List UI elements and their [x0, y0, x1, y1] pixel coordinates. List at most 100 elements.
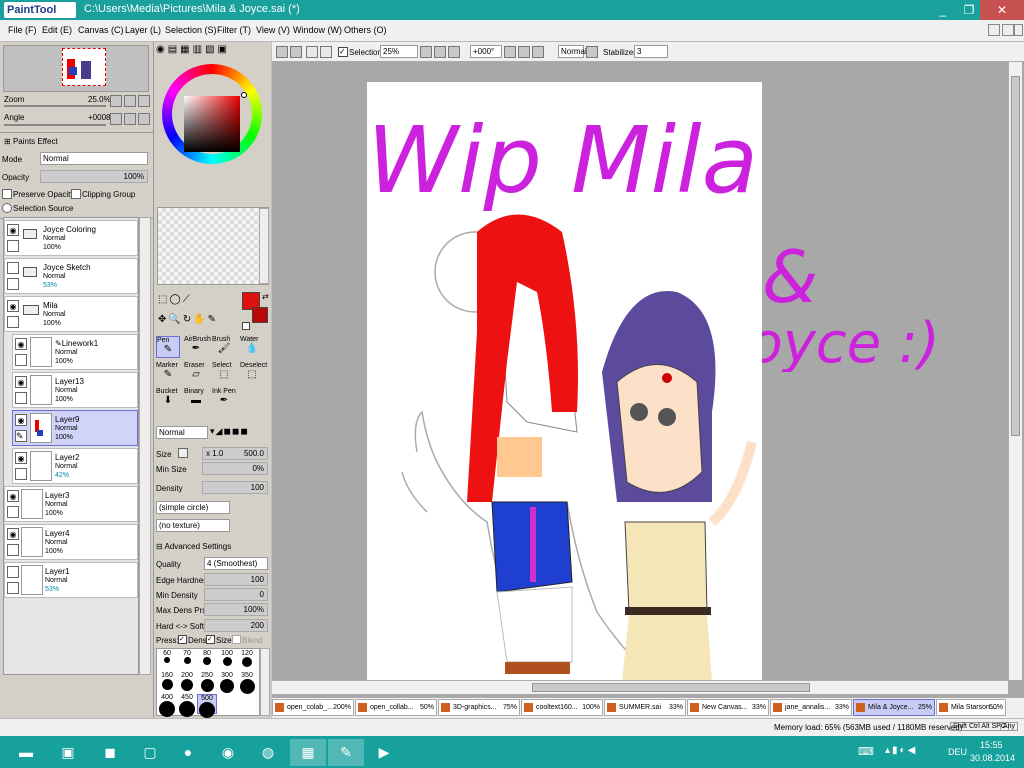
press-blend-checkbox[interactable]: [232, 635, 241, 644]
hue-marker-icon[interactable]: [241, 92, 247, 98]
rotate-reset-button[interactable]: [532, 46, 544, 58]
transparent-color-icon[interactable]: [242, 322, 250, 330]
eye-off-icon[interactable]: [7, 262, 19, 274]
document-tab[interactable]: Mila Starson ... 50%: [936, 699, 1006, 716]
tool-binary[interactable]: Binary ▬: [184, 388, 208, 410]
layer-lock-checkbox[interactable]: [7, 582, 19, 594]
blend-mode-select[interactable]: Normal: [156, 426, 208, 439]
tool-bucket[interactable]: Bucket ⬇: [156, 388, 180, 410]
brush-size-300[interactable]: 300: [217, 672, 237, 693]
zoom-in-button[interactable]: [124, 95, 136, 107]
max-dens-slider[interactable]: 100%: [204, 603, 268, 616]
undo-button[interactable]: [276, 46, 288, 58]
nero-icon[interactable]: ●: [170, 739, 206, 766]
chrome-icon[interactable]: ◉: [210, 739, 246, 766]
clipping-group-checkbox[interactable]: [71, 189, 81, 199]
zoom-reset-button[interactable]: [138, 95, 150, 107]
angle-slider[interactable]: [4, 124, 106, 126]
brush-size-500[interactable]: 500: [197, 694, 217, 718]
brush-size-450[interactable]: 450: [177, 694, 197, 717]
color-swatch-grid[interactable]: [157, 207, 269, 285]
selection-checkbox[interactable]: ✓: [338, 47, 348, 57]
mdi-restore-button[interactable]: [1002, 24, 1014, 36]
min-density-slider[interactable]: 0: [204, 588, 268, 601]
network-icon[interactable]: ▣: [50, 739, 86, 766]
folder-icon[interactable]: ▬: [8, 739, 44, 766]
brush-size-400[interactable]: 400: [157, 694, 177, 717]
mode-select[interactable]: Normal: [40, 152, 148, 165]
brush-size-60[interactable]: 60: [157, 650, 177, 670]
menu-window[interactable]: Window (W): [293, 25, 342, 35]
document-tab[interactable]: 3D-graphics... 75%: [438, 699, 520, 716]
layer-item-layer9[interactable]: ◉ ✎ Layer9 Normal 100%: [12, 410, 138, 446]
layer-item-layer3[interactable]: ◉ Layer3 Normal 100%: [4, 486, 138, 522]
rotate-right-button[interactable]: [518, 46, 530, 58]
tool-brush[interactable]: Brush 🖌: [212, 336, 236, 358]
navigator-preview[interactable]: [3, 45, 149, 92]
sai-icon[interactable]: ✎: [328, 739, 364, 766]
tool-eraser[interactable]: Eraser ▱: [184, 362, 208, 384]
layer-lock-checkbox[interactable]: ✎: [15, 430, 27, 442]
canvas-vertical-scrollbar[interactable]: [1008, 62, 1022, 680]
tool-marker[interactable]: Marker ✎: [156, 362, 180, 384]
eye-icon[interactable]: ◉: [15, 452, 27, 464]
clock-date[interactable]: 30.08.2014: [970, 753, 1015, 763]
document-tab[interactable]: SUMMER.sai 33%: [604, 699, 686, 716]
clock-time[interactable]: 15:55: [980, 740, 1003, 750]
eye-icon[interactable]: ◉: [7, 224, 19, 236]
layer-item-layer4[interactable]: ◉ Layer4 Normal 100%: [4, 524, 138, 560]
tool-pen[interactable]: Pen ✎: [156, 336, 180, 358]
brush-size-350[interactable]: 350: [237, 672, 257, 694]
tool-deselect[interactable]: Deselect ⬚: [240, 362, 267, 384]
tool-water[interactable]: Water 💧: [240, 336, 264, 358]
invert-selection-button[interactable]: [320, 46, 332, 58]
brush-size-160[interactable]: 160: [157, 672, 177, 692]
zoom-field[interactable]: 25%: [380, 45, 418, 58]
zoom-reset-button[interactable]: [448, 46, 460, 58]
edge-hardness-slider[interactable]: 100: [204, 573, 268, 586]
brush-texture-select[interactable]: (no texture): [156, 519, 230, 532]
swap-colors-icon[interactable]: ⇄: [262, 292, 269, 301]
tray-icons[interactable]: ▴▮◐◀: [885, 745, 917, 756]
brush-size-120[interactable]: 120: [237, 650, 257, 670]
tool-airbrush[interactable]: AirBrush ✒: [184, 336, 211, 358]
brush-size-70[interactable]: 70: [177, 650, 197, 670]
menu-selection[interactable]: Selection (S): [165, 25, 217, 35]
remote-icon[interactable]: ▢: [132, 739, 168, 766]
saturation-value-square[interactable]: [184, 96, 240, 152]
layer-item-joyce-coloring[interactable]: ◉ Joyce Coloring Normal 100%: [4, 220, 138, 256]
zoom-out-button[interactable]: [420, 46, 432, 58]
color-wheel[interactable]: [162, 64, 262, 164]
deselect-button[interactable]: [306, 46, 318, 58]
layer-lock-checkbox[interactable]: [7, 506, 19, 518]
selection-tools-icons[interactable]: ⬚◯⟋: [158, 294, 192, 305]
keyboard-icon[interactable]: ⌨: [858, 745, 874, 758]
document-tab[interactable]: New Canvas... 33%: [687, 699, 769, 716]
layer-list-scrollbar[interactable]: [139, 217, 151, 675]
layer-lock-checkbox[interactable]: [7, 240, 19, 252]
media-icon[interactable]: ▶: [366, 739, 402, 766]
size-slider[interactable]: x 1.0 500.0: [202, 447, 268, 460]
zoom-slider[interactable]: [4, 105, 106, 107]
rotate-left-button[interactable]: [110, 113, 122, 125]
paint-icon[interactable]: ▦: [290, 739, 326, 766]
rotate-right-button[interactable]: [124, 113, 136, 125]
language-indicator[interactable]: DEU: [948, 747, 967, 757]
min-size-slider[interactable]: 0%: [202, 462, 268, 475]
layer-item-layer2[interactable]: ◉ Layer2 Normal 42%: [12, 448, 138, 484]
layer-lock-checkbox[interactable]: [15, 468, 27, 480]
hard-soft-slider[interactable]: 200: [204, 619, 268, 632]
menu-canvas[interactable]: Canvas (C): [78, 25, 124, 35]
rotate-left-button[interactable]: [504, 46, 516, 58]
mdi-close-button[interactable]: [1014, 24, 1023, 36]
tool-select[interactable]: Select ⬚: [212, 362, 236, 384]
canvas-paper[interactable]: Wip Mila: [367, 82, 762, 682]
eye-icon[interactable]: ◉: [7, 300, 19, 312]
vertical-scroll-thumb[interactable]: [1011, 76, 1020, 436]
layer-lock-checkbox[interactable]: [7, 544, 19, 556]
horizontal-scroll-thumb[interactable]: [532, 683, 810, 692]
layer-lock-checkbox[interactable]: [15, 354, 27, 366]
rotate-reset-button[interactable]: [138, 113, 150, 125]
document-tab[interactable]: jane_annalis... 33%: [770, 699, 852, 716]
stabilizer-select[interactable]: 3: [634, 45, 668, 58]
